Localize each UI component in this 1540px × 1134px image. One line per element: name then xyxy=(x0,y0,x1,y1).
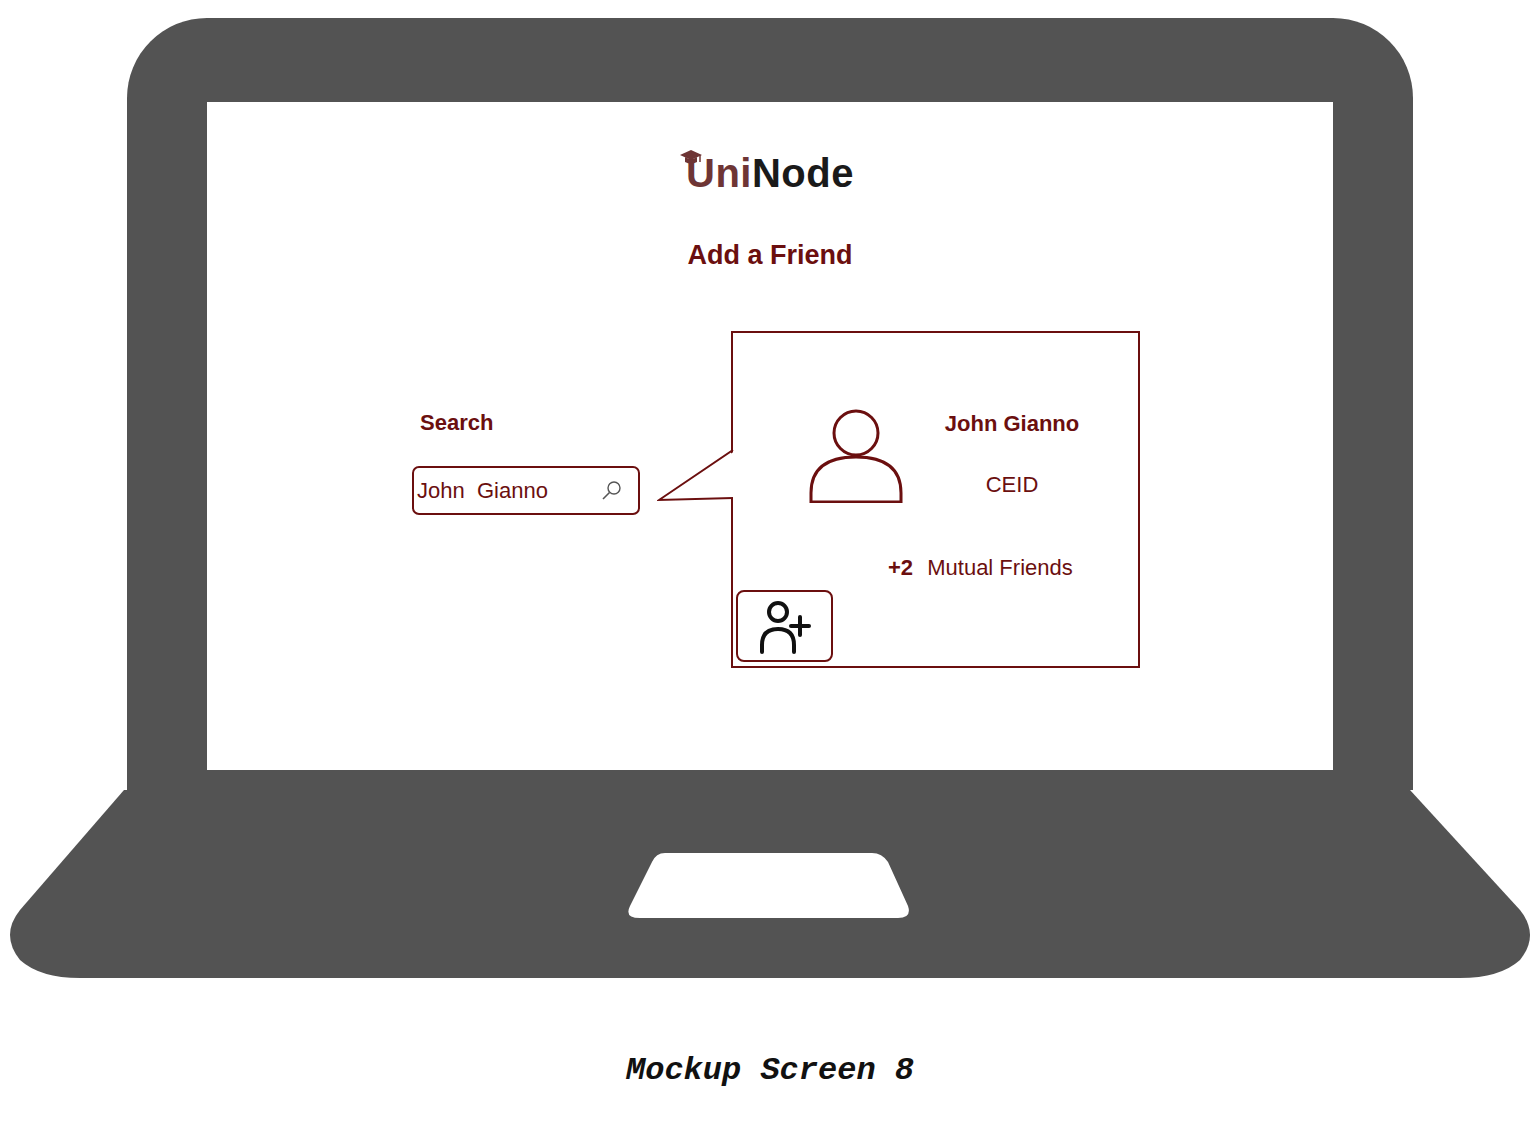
mutual-label: Mutual Friends xyxy=(927,555,1073,580)
profile-info: John Gianno CEID xyxy=(936,409,1088,503)
search-icon[interactable] xyxy=(600,479,624,503)
logo-suffix: Node xyxy=(752,151,854,195)
content-row: Search John Gianno John Gianno CEID +2 M… xyxy=(207,331,1333,668)
card-pointer xyxy=(657,450,735,502)
result-card: John Gianno CEID +2 Mutual Friends xyxy=(731,331,1140,668)
search-section: Search John Gianno xyxy=(412,410,640,668)
add-friend-button[interactable] xyxy=(736,590,833,662)
add-user-icon xyxy=(754,595,816,657)
mutual-friends: +2 Mutual Friends xyxy=(888,555,1138,581)
page: UniNode Add a Friend Search John Gianno … xyxy=(0,0,1540,1134)
search-field[interactable]: John Gianno xyxy=(412,466,640,515)
graduation-cap-icon xyxy=(680,150,702,166)
laptop-base xyxy=(0,790,1540,978)
screen: UniNode Add a Friend Search John Gianno … xyxy=(207,102,1333,770)
mutual-count: +2 xyxy=(888,555,913,580)
figure-caption: Mockup Screen 8 xyxy=(626,1052,914,1090)
logo: UniNode xyxy=(686,148,854,198)
trackpad xyxy=(628,853,909,918)
laptop-lid: UniNode Add a Friend Search John Gianno … xyxy=(127,18,1413,790)
search-label: Search xyxy=(412,410,640,436)
user-department: CEID xyxy=(936,472,1088,498)
user-avatar-icon xyxy=(809,409,903,503)
search-value: John Gianno xyxy=(417,478,548,504)
profile-row: John Gianno CEID xyxy=(809,409,1138,503)
page-title: Add a Friend xyxy=(687,240,852,270)
user-name: John Gianno xyxy=(936,411,1088,437)
